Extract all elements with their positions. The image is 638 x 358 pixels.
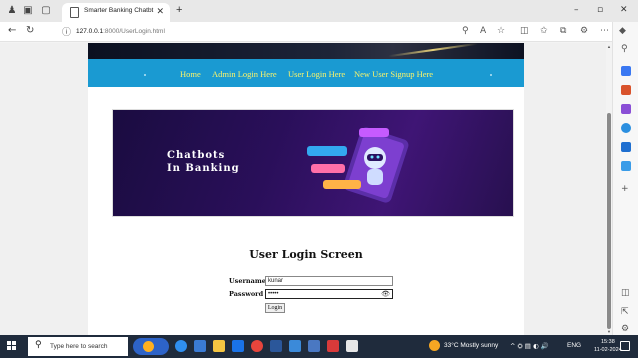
tab-title: Smarter Banking Chatbt: [84, 7, 154, 14]
taskbar-vscode-icon[interactable]: [289, 340, 301, 352]
clock-date: 11-02-2024: [594, 347, 622, 353]
read-aloud-icon[interactable]: A: [480, 26, 486, 36]
split-screen-icon[interactable]: ◫: [520, 26, 529, 36]
sidebar-add-icon[interactable]: +: [621, 184, 629, 194]
favorites-icon[interactable]: ✩: [540, 26, 548, 36]
clock-time: 15:38: [600, 339, 615, 345]
browser-tab-strip: ♟ ▣ ▢ Smarter Banking Chatbt ✕ + – ▫ ✕: [0, 0, 638, 22]
sidebar-tag-icon[interactable]: [621, 66, 631, 76]
taskbar-chrome-icon[interactable]: [251, 340, 263, 352]
minimize-icon[interactable]: –: [574, 5, 579, 15]
widgets-button[interactable]: [133, 338, 169, 355]
password-value: •••••: [268, 291, 279, 297]
back-icon[interactable]: ←: [8, 25, 16, 36]
taskbar-search-placeholder: Type here to search: [50, 343, 108, 350]
weather-icon[interactable]: [429, 340, 440, 351]
extensions-icon[interactable]: ⚙: [580, 26, 588, 36]
username-label: Username: [229, 277, 266, 285]
chatbot-illustration: [307, 127, 409, 203]
language-indicator[interactable]: ENG: [567, 342, 581, 349]
new-tab-icon[interactable]: +: [176, 4, 182, 16]
site-info-icon[interactable]: ⓘ: [62, 25, 71, 38]
password-field[interactable]: ••••• 👁: [265, 289, 393, 299]
username-value: kunar: [268, 278, 284, 284]
sidebar-search-icon[interactable]: ⚲: [621, 44, 628, 54]
taskbar-edge-icon[interactable]: [175, 340, 187, 352]
taskbar-explorer-icon[interactable]: [213, 340, 225, 352]
username-field[interactable]: kunar: [265, 276, 393, 286]
start-button[interactable]: [7, 341, 17, 351]
app-available-icon[interactable]: ⚲: [462, 26, 469, 36]
sidebar-tools-icon[interactable]: [621, 85, 631, 95]
banner-title-line2: In Banking: [167, 163, 240, 174]
edge-sidebar: ◆ ⚲ + ◫ ⇱ ⚙: [612, 22, 638, 335]
sidebar-settings-icon[interactable]: ⚙: [621, 324, 629, 334]
refresh-icon[interactable]: ↻: [26, 25, 34, 36]
taskbar-mail-icon[interactable]: [232, 340, 244, 352]
url-host: 127.0.0.1: [76, 28, 104, 35]
page-title: User Login Screen: [249, 248, 363, 261]
url-text: 127.0.0.1:8000/UserLogin.html: [76, 28, 165, 35]
nav-home-link[interactable]: Home: [180, 69, 201, 79]
sidebar-games-icon[interactable]: [621, 104, 631, 114]
taskbar-taskview-icon[interactable]: [194, 340, 206, 352]
taskbar-app-icon[interactable]: [308, 340, 320, 352]
sidebar-external-icon[interactable]: ⇱: [621, 307, 629, 317]
tray-icons[interactable]: ^ ⛭ ▤ ◐ 🔊: [510, 342, 549, 351]
maximize-icon[interactable]: ▫: [597, 5, 603, 15]
password-label: Password: [229, 290, 264, 298]
nav-signup-link[interactable]: New User Signup Here: [354, 69, 433, 79]
url-path: :8000/UserLogin.html: [103, 28, 165, 35]
sidebar-office-icon[interactable]: [621, 123, 631, 133]
sidebar-layout-icon[interactable]: ◫: [621, 288, 630, 298]
banner-image: Chatbots In Banking: [113, 110, 513, 216]
workspaces-icon[interactable]: ▣: [22, 5, 34, 17]
login-button[interactable]: Login: [265, 303, 285, 313]
page-viewport: Home Admin Login Here User Login Here Ne…: [0, 43, 612, 335]
reveal-password-icon[interactable]: 👁: [381, 290, 390, 298]
banner-title-line1: Chatbots: [167, 150, 226, 161]
taskbar-search[interactable]: ⚲ Type here to search: [28, 337, 128, 356]
search-icon: ⚲: [35, 340, 42, 350]
close-tab-icon[interactable]: ✕: [156, 6, 164, 17]
weather-text[interactable]: 33°C Mostly sunny: [444, 342, 498, 349]
address-bar[interactable]: ⓘ 127.0.0.1:8000/UserLogin.html: [60, 25, 510, 39]
sidebar-drop-icon[interactable]: [621, 161, 631, 171]
copilot-icon[interactable]: ◆: [619, 26, 626, 36]
page-favicon-icon: [70, 7, 79, 18]
close-window-icon[interactable]: ✕: [620, 5, 628, 15]
nav-user-login-link[interactable]: User Login Here: [288, 69, 345, 79]
profile-icon[interactable]: ♟: [6, 5, 18, 17]
taskbar-clock[interactable]: 15:38 11-02-2024: [594, 338, 622, 354]
more-menu-icon[interactable]: ⋯: [600, 26, 609, 36]
windows-taskbar: ⚲ Type here to search 33°C Mostly sunny …: [0, 335, 638, 358]
taskbar-terminal-icon[interactable]: [346, 340, 358, 352]
sidebar-outlook-icon[interactable]: [621, 142, 631, 152]
favorite-star-icon[interactable]: ☆: [497, 26, 505, 36]
browser-tab[interactable]: Smarter Banking Chatbt ✕: [62, 3, 170, 22]
scrollbar-thumb[interactable]: [607, 113, 611, 329]
browser-toolbar: ← ↻ ⓘ 127.0.0.1:8000/UserLogin.html ⚲ A …: [0, 22, 638, 42]
tab-actions-icon[interactable]: ▢: [40, 5, 52, 17]
page-content: Home Admin Login Here User Login Here Ne…: [88, 43, 524, 335]
notifications-icon[interactable]: [620, 341, 630, 351]
screen: ♟ ▣ ▢ Smarter Banking Chatbt ✕ + – ▫ ✕ ←…: [0, 0, 638, 358]
taskbar-word-icon[interactable]: [270, 340, 282, 352]
taskbar-python-icon[interactable]: [327, 340, 339, 352]
collections-icon[interactable]: ⧉: [560, 26, 566, 36]
header-image: [88, 43, 524, 59]
main-nav: Home Admin Login Here User Login Here Ne…: [88, 59, 524, 87]
nav-admin-login-link[interactable]: Admin Login Here: [212, 69, 277, 79]
